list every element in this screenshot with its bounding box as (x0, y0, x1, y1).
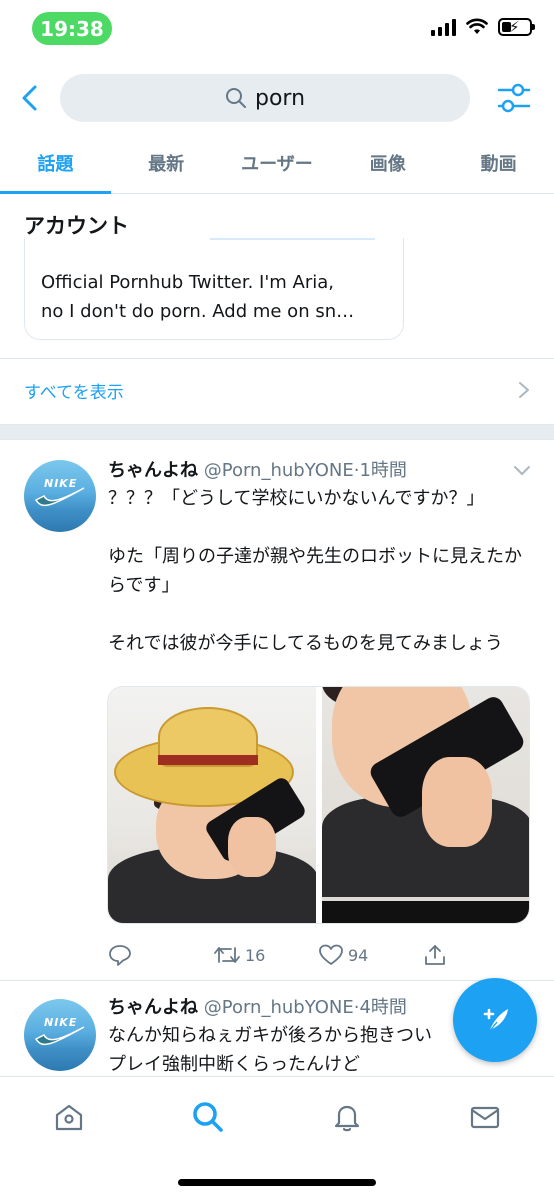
author-name[interactable]: ちゃんよね (108, 460, 198, 481)
signal-icon (431, 18, 456, 36)
status-bar: 19:38 ⚡ (0, 0, 554, 60)
tab-people[interactable]: ユーザー (222, 132, 333, 193)
avatar[interactable]: NIKE (24, 460, 96, 532)
section-separator (0, 424, 554, 440)
author-name[interactable]: ちゃんよね (108, 997, 198, 1018)
status-icons: ⚡ (431, 18, 535, 36)
wifi-icon (466, 18, 488, 34)
tab-photos[interactable]: 画像 (332, 132, 443, 193)
compose-tweet-button[interactable] (453, 978, 537, 1062)
retweet-count: 16 (245, 945, 266, 965)
author-handle[interactable]: @Porn_hubYONE (204, 460, 354, 481)
tweet-time: 1時間 (359, 460, 407, 481)
tab-home[interactable] (49, 1097, 89, 1137)
tweet-photo[interactable] (108, 687, 316, 923)
reply-icon (109, 945, 131, 966)
tweet-text: なんか知らねぇガキが後ろから抱きつい プレイ強制中断くらったんけど (108, 1025, 432, 1075)
share-icon (425, 945, 445, 965)
tab-latest[interactable]: 最新 (111, 132, 222, 193)
tab-notifications[interactable] (327, 1097, 367, 1137)
tab-messages[interactable] (465, 1097, 505, 1137)
notifications-icon (334, 1105, 360, 1132)
tab-search[interactable] (188, 1097, 228, 1137)
tweet-photo[interactable] (321, 687, 529, 923)
search-filter-button[interactable] (496, 80, 532, 116)
search-icon (193, 1102, 223, 1132)
battery-icon: ⚡ (498, 18, 535, 36)
compose-tweet-icon (483, 1008, 508, 1033)
home-icon (55, 1104, 83, 1131)
account-card[interactable]: Official Pornhub Twitter. I'm Aria, no I… (24, 238, 404, 340)
tweet-media[interactable] (107, 686, 530, 924)
like-count: 94 (348, 945, 369, 965)
tab-videos[interactable]: 動画 (443, 132, 554, 193)
messages-icon (470, 1106, 500, 1129)
tweet-text: ？？？「どうして学校にいかないんですか？」 ゆた「周りの子達が親や先生のロボット… (108, 488, 522, 654)
show-all-label: すべてを表示 (24, 382, 124, 403)
search-input[interactable]: porn (60, 74, 470, 122)
like-button[interactable]: 94 (318, 943, 423, 967)
tweet-actions: 16 94 (108, 940, 528, 970)
sliders-icon (497, 83, 531, 113)
avatar[interactable]: NIKE (24, 999, 96, 1071)
search-icon (225, 88, 246, 108)
tab-top[interactable]: 話題 (0, 132, 111, 194)
account-bio-line: no I don't do porn. Add me on sn… (41, 301, 355, 322)
search-query: porn (254, 85, 306, 111)
author-handle[interactable]: @Porn_hubYONE (204, 997, 354, 1018)
back-button[interactable] (14, 80, 44, 116)
chevron-right-icon (519, 382, 529, 398)
tweet-time: 4時間 (359, 997, 407, 1018)
reply-button[interactable] (108, 943, 213, 967)
tweet-header: ちゃんよね @Porn_hubYONE·1時間 (108, 460, 407, 481)
chevron-down-icon[interactable] (512, 460, 532, 480)
search-header: porn (0, 72, 554, 124)
tweet-header: ちゃんよね @Porn_hubYONE·4時間 (108, 997, 407, 1018)
heart-icon (319, 944, 343, 965)
account-bio-line: Official Pornhub Twitter. I'm Aria, (41, 272, 335, 293)
home-indicator[interactable] (178, 1179, 376, 1186)
accounts-section-title: アカウント (24, 214, 129, 238)
share-button[interactable] (423, 943, 528, 967)
show-all-accounts-link[interactable]: すべてを表示 (0, 358, 554, 422)
chevron-left-icon (22, 85, 37, 111)
retweet-icon (214, 947, 240, 963)
status-time[interactable]: 19:38 (32, 12, 112, 45)
search-tabs: 話題 最新 ユーザー 画像 動画 (0, 132, 554, 194)
retweet-button[interactable]: 16 (213, 943, 318, 967)
